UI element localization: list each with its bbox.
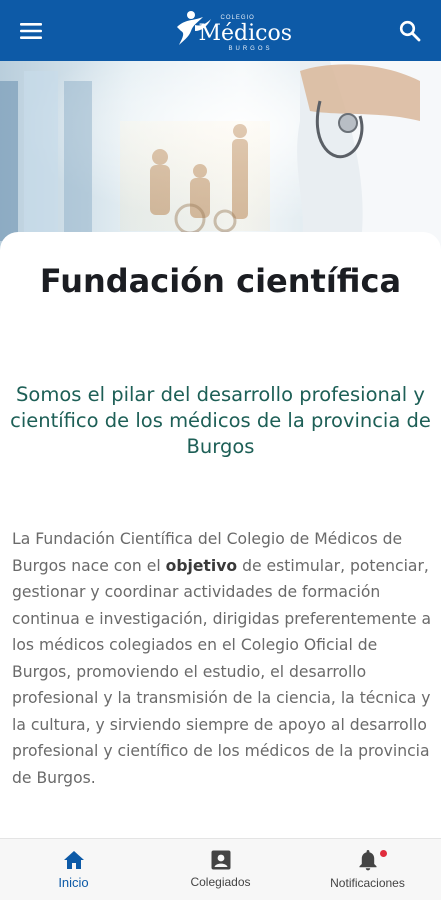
search-button[interactable] [393,14,427,48]
app-bar: COLEGIO Médicos BURGOS [0,0,441,61]
hospital-photo [0,61,441,251]
body-text-bold: objetivo [165,556,238,575]
home-icon [63,850,84,869]
menu-icon [20,22,42,39]
nav-item-colegiados[interactable]: Colegiados [147,839,294,900]
search-icon [399,20,421,41]
bell-icon [359,850,376,871]
logo-small-text: COLEGIO [220,14,255,21]
body-paragraph: La Fundación Científica del Colegio de M… [12,526,434,791]
hero-image [0,61,441,251]
nav-item-inicio[interactable]: Inicio [0,839,147,900]
page-title: Fundación científica [39,262,402,300]
badge-icon [211,850,230,870]
bottom-navigation: Inicio Colegiados Notificaciones [0,838,441,900]
nav-label-notificaciones: Notificaciones [330,876,405,890]
nav-item-notificaciones[interactable]: Notificaciones [294,839,441,900]
menu-button[interactable] [14,14,48,48]
logo-city-text: BURGOS [228,45,273,52]
app-logo: COLEGIO Médicos BURGOS [173,3,292,59]
nav-label-colegiados: Colegiados [190,875,251,889]
nav-label-inicio: Inicio [58,874,89,890]
notification-badge [380,850,387,857]
body-text-end: de estimular, potenciar, gestionar y coo… [12,556,432,787]
page-subtitle: Somos el pilar del desarrollo profesiona… [10,383,431,458]
logo-main-text: Médicos [198,20,293,46]
